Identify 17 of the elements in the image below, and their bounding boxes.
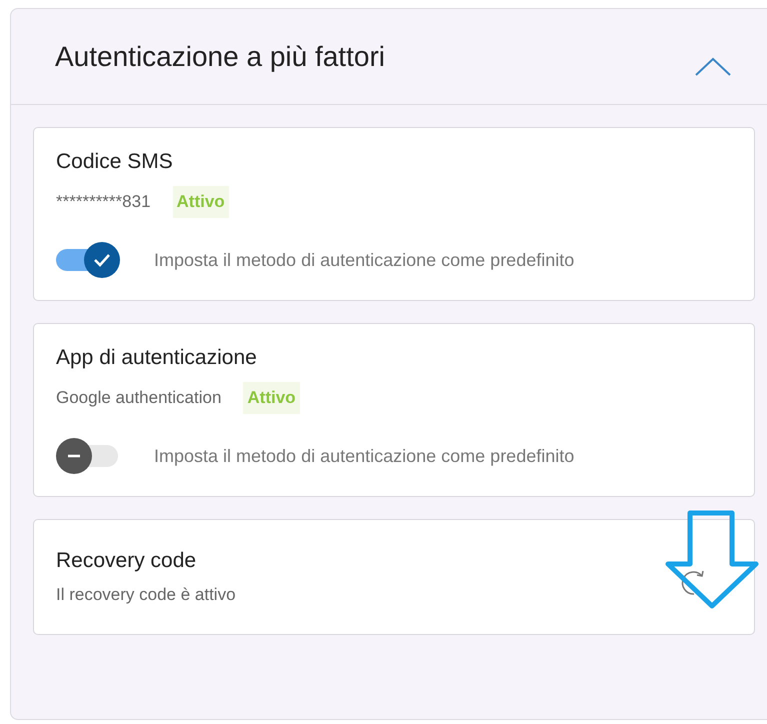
method-detail: **********831 [56,192,151,212]
toggle-label: Imposta il metodo di autenticazione come predefinito [154,248,576,272]
method-detail: Il recovery code è attivo [56,585,236,605]
status-tag: Attivo [172,186,229,218]
status-tag: Attivo [243,382,300,414]
method-title: Codice SMS [56,150,174,174]
down-arrow-icon [664,510,760,610]
method-title: Recovery code [56,549,198,573]
default-toggle[interactable] [56,242,120,278]
toggle-knob[interactable] [84,242,120,278]
panel-title: Autenticazione a più fattori [55,40,385,72]
toggle-knob[interactable] [56,438,92,474]
method-title: App di autenticazione [56,346,258,370]
method-detail: Google authentication [56,388,222,408]
collapse-icon[interactable] [695,56,731,76]
toggle-label: Imposta il metodo di autenticazione come predefinito [154,444,576,468]
default-toggle[interactable] [56,438,120,474]
